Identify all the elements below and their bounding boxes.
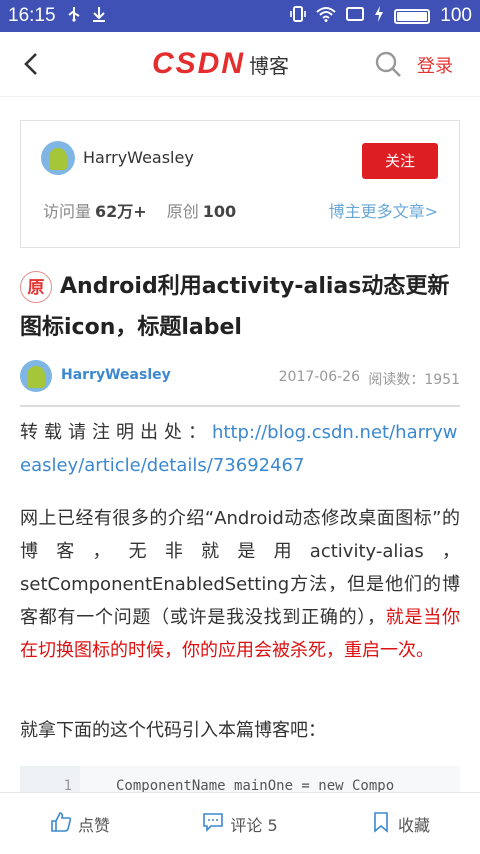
paragraph: 就拿下面的这个代码引入本篇博客吧： xyxy=(20,720,326,741)
publish-date: 2017-06-26 xyxy=(278,369,360,385)
logo-mark: CSDN xyxy=(152,47,246,80)
avatar[interactable] xyxy=(20,360,52,392)
follow-button[interactable]: 关注 xyxy=(362,143,438,179)
bookmark-icon xyxy=(370,811,392,837)
back-icon[interactable] xyxy=(18,50,46,78)
download-icon xyxy=(92,6,106,26)
author-name[interactable]: HarryWeasley xyxy=(83,148,194,167)
status-bar: 16:15 100 xyxy=(0,0,480,32)
csdn-logo[interactable]: CSDN 博客 xyxy=(152,47,290,80)
paragraph: 网上已经有很多的介绍“Android动态修改桌面图标”的博客，无非就是用acti… xyxy=(20,502,460,667)
like-button[interactable]: 点赞 xyxy=(0,793,160,854)
bottom-action-bar: 点赞 评论 5 收藏 xyxy=(0,792,480,854)
comment-button[interactable]: 评论 5 xyxy=(160,793,320,854)
original-badge: 原 xyxy=(20,271,52,303)
thumbs-up-icon xyxy=(50,811,72,837)
more-articles-link[interactable]: 博主更多文章> xyxy=(329,198,438,222)
search-icon[interactable] xyxy=(374,50,402,78)
article-title-block: 原 Android利用activity-alias动态更新图标icon，标题lab… xyxy=(20,266,462,348)
battery-icon xyxy=(394,8,431,24)
usb-icon xyxy=(66,6,82,26)
comment-label: 评论 5 xyxy=(230,815,278,835)
author-card: HarryWeasley 关注 访问量 62万+ 原创 100 博主更多文章> xyxy=(20,120,460,248)
meta-author-name[interactable]: HarryWeasley xyxy=(61,367,171,383)
visits-stat: 访问量 62万+ xyxy=(43,202,147,221)
favorite-button[interactable]: 收藏 xyxy=(320,793,480,854)
original-stat: 原创 100 xyxy=(166,202,237,221)
favorite-label: 收藏 xyxy=(397,815,430,835)
wifi-icon xyxy=(316,6,336,27)
vibrate-icon xyxy=(290,5,307,27)
author-stats: 访问量 62万+ 原创 100 xyxy=(43,198,236,222)
repost-notice: 转载请注明出处：http://blog.csdn.net/harryweasle… xyxy=(20,416,460,482)
logo-sub: 博客 xyxy=(249,53,290,78)
read-count: 阅读数：1951 xyxy=(368,372,460,388)
article-meta: HarryWeasley 2017-06-26 阅读数：1951 xyxy=(20,360,460,407)
status-time: 16:15 xyxy=(8,5,56,26)
like-label: 点赞 xyxy=(77,815,110,835)
login-link[interactable]: 登录 xyxy=(417,52,453,78)
avatar[interactable] xyxy=(41,141,75,175)
battery-percent: 100 xyxy=(440,5,472,26)
cast-icon xyxy=(346,6,365,27)
page-title: 原 Android利用activity-alias动态更新图标icon，标题lab… xyxy=(20,271,449,340)
charging-icon xyxy=(374,5,384,27)
top-nav: CSDN 博客 登录 xyxy=(0,32,480,97)
comment-icon xyxy=(202,811,224,837)
repost-label: 转载请注明出处： xyxy=(20,422,212,443)
